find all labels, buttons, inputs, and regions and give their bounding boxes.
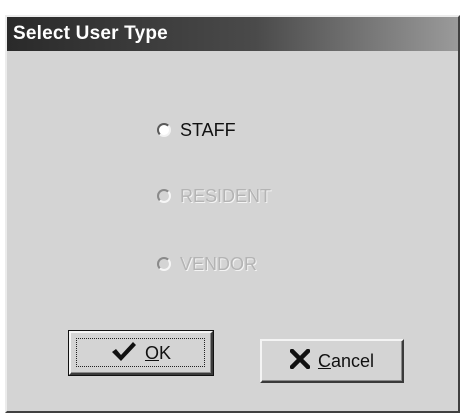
dialog-title: Select User Type xyxy=(13,23,168,44)
radio-label-staff: STAFF xyxy=(180,119,236,140)
cancel-button[interactable]: Cancel xyxy=(260,339,404,383)
radio-label-vendor: VENDOR xyxy=(180,253,258,274)
radio-button-vendor xyxy=(157,257,171,271)
ok-button[interactable]: OK xyxy=(68,330,214,376)
title-bar[interactable]: Select User Type xyxy=(7,17,458,51)
focus-rectangle xyxy=(76,338,205,367)
radio-button-resident xyxy=(157,189,171,203)
radio-button-staff[interactable] xyxy=(157,123,171,137)
select-user-type-dialog: Select User Type STAFF RESIDENT VENDOR O… xyxy=(5,15,460,413)
radio-option-staff[interactable]: STAFF xyxy=(157,117,236,143)
x-icon xyxy=(288,347,312,374)
radio-option-resident: RESIDENT xyxy=(157,183,271,209)
radio-label-resident: RESIDENT xyxy=(180,185,272,206)
radio-option-vendor: VENDOR xyxy=(157,251,257,277)
ok-button-label: OK xyxy=(144,342,172,363)
checkmark-icon xyxy=(111,340,137,367)
cancel-button-label: Cancel xyxy=(317,350,375,371)
